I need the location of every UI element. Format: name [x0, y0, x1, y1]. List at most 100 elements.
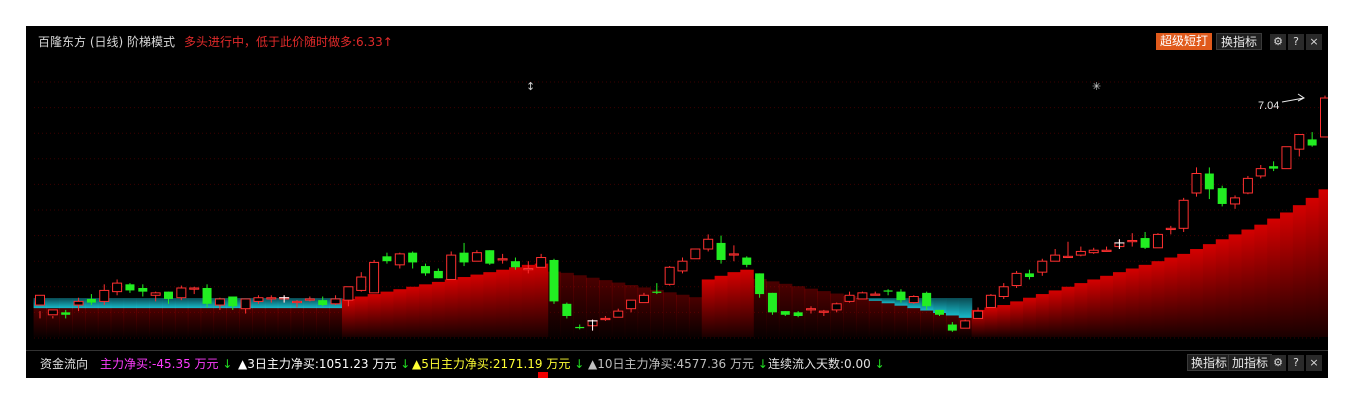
candle-up: [1037, 260, 1048, 273]
candle-down: [125, 284, 135, 291]
net-buy-3d: ▲3日主力净买:1051.23 万元 ↓: [238, 355, 410, 372]
ladder-step-base: [650, 289, 664, 337]
candle-up: [150, 292, 161, 296]
ladder-step-base: [830, 293, 844, 337]
candle-up: [240, 298, 251, 310]
ladder-step-base: [933, 313, 947, 337]
candle-down: [485, 250, 495, 264]
candle-up: [638, 294, 649, 304]
candle-up: [343, 286, 354, 301]
candle-up: [998, 286, 1009, 298]
candle-up: [112, 282, 123, 293]
switch-indicator-button[interactable]: 换指标: [1216, 33, 1263, 50]
candle-up: [1152, 233, 1163, 249]
candle-up: [1101, 249, 1112, 252]
ladder-step-up: [393, 289, 407, 337]
ladder-step-base: [200, 308, 215, 337]
down-arrow-icon: ↓: [757, 357, 768, 371]
candle-down: [61, 312, 71, 315]
ladder-band: [33, 189, 1328, 337]
ladder-step-up: [496, 269, 510, 337]
net-buy-5d: ▲5日主力净买:2171.19 万元 ↓: [412, 355, 584, 372]
candle-up: [1191, 173, 1202, 194]
sparkle-icon: ✳: [1092, 80, 1101, 93]
ladder-step-up: [1023, 297, 1037, 337]
candle-up: [664, 266, 675, 285]
down-arrow-icon: ↓: [874, 357, 885, 371]
ladder-step-base: [663, 292, 677, 337]
ladder-step-up: [1190, 249, 1204, 337]
ladder-step-base: [290, 308, 305, 337]
candle-up: [908, 296, 919, 304]
ladder-step-down: [945, 298, 960, 316]
ladder-step-up: [509, 267, 523, 337]
ladder-step-up: [1241, 229, 1255, 337]
gear-icon[interactable]: ⚙: [1270, 355, 1286, 371]
help-icon[interactable]: ?: [1288, 355, 1304, 371]
ladder-step-base: [277, 308, 292, 337]
candle-up: [1178, 199, 1189, 229]
high-arrow-icon: [1281, 93, 1305, 103]
super-short-button[interactable]: 超级短打: [1156, 33, 1213, 50]
candle-down: [755, 273, 765, 295]
ladder-step-up: [419, 284, 433, 337]
ladder-step-up: [1010, 301, 1024, 337]
add-indicator-button[interactable]: 加指标: [1228, 354, 1273, 371]
ladder-step-up: [1048, 290, 1063, 337]
ladder-step-up: [1228, 234, 1243, 337]
ladder-step-down: [136, 298, 150, 309]
candlestick-chart[interactable]: 7.045.13↕✳: [26, 52, 1328, 352]
ladder-step-down: [46, 298, 60, 309]
ladder-step-base: [855, 298, 870, 337]
ladder-step-up: [534, 263, 549, 337]
candle-down: [433, 270, 443, 279]
candle-up: [1127, 239, 1138, 243]
candle-down: [318, 300, 328, 306]
ladder-step-up: [1164, 257, 1178, 337]
ladder-step-up: [1112, 272, 1127, 337]
candle-up: [73, 300, 84, 306]
candle-up: [266, 297, 277, 300]
candle-up: [677, 260, 688, 272]
candle-up: [703, 238, 714, 250]
candle-down: [1307, 139, 1317, 146]
ladder-step-base: [136, 308, 150, 337]
candle-up: [1165, 227, 1176, 231]
candle-up: [844, 294, 855, 302]
candle-up: [600, 317, 611, 321]
candle-up: [857, 292, 868, 300]
candle-up: [471, 252, 482, 262]
candle-down: [138, 287, 148, 292]
net-buy-5d-value: ▲5日主力净买:2171.19 万元: [412, 357, 571, 371]
close-icon[interactable]: ×: [1306, 355, 1322, 371]
candle-up: [292, 300, 302, 304]
candle-up: [960, 320, 971, 329]
candle-down: [1140, 238, 1150, 248]
gear-icon[interactable]: ⚙: [1270, 34, 1286, 50]
down-arrow-icon: ↓: [222, 357, 233, 371]
candle-down: [652, 291, 662, 293]
ladder-step-base: [907, 308, 921, 337]
help-icon[interactable]: ?: [1288, 34, 1304, 50]
ladder-step-base: [868, 300, 883, 337]
candle-down: [1269, 166, 1279, 169]
ladder-step-up: [1138, 264, 1153, 337]
ladder-step-down: [59, 298, 73, 309]
ladder-step-base: [303, 308, 317, 337]
ladder-step-up: [701, 279, 716, 337]
ladder-step-base: [149, 308, 163, 337]
ladder-step-base: [84, 308, 99, 337]
candle-up: [99, 289, 110, 302]
candle-down: [716, 242, 726, 260]
main-net-buy-value: 主力净买:-45.35 万元: [100, 357, 219, 371]
ladder-step-base: [97, 308, 112, 337]
switch-indicator-button-bottom[interactable]: 换指标: [1187, 354, 1232, 371]
close-icon[interactable]: ×: [1306, 34, 1322, 50]
ladder-step-up: [1202, 244, 1217, 337]
ladder-step-base: [110, 308, 125, 337]
ladder-step-up: [1318, 189, 1328, 337]
candle-down: [421, 266, 430, 274]
net-buy-10d: ▲10日主力净买:4577.36 万元 ↓: [588, 355, 768, 372]
candle-down: [922, 292, 932, 307]
candle-up: [1242, 177, 1253, 194]
